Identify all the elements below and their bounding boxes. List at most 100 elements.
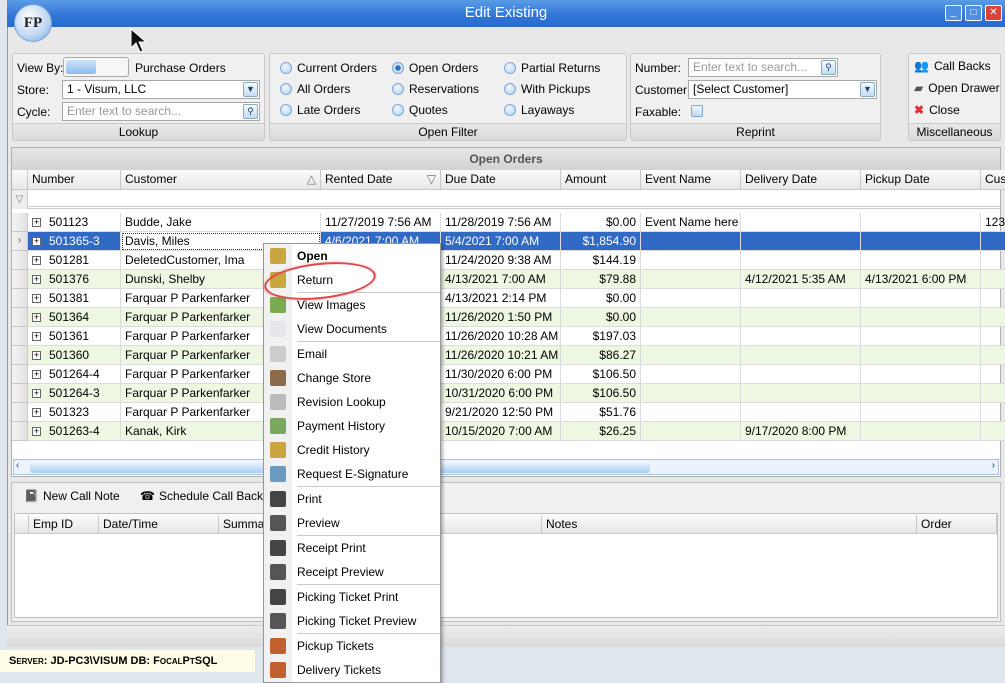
row-selector[interactable]: [12, 327, 28, 346]
col-header-delivery-date[interactable]: Delivery Date: [741, 170, 861, 190]
radio-button[interactable]: [392, 83, 404, 95]
search-icon[interactable]: ⚲: [821, 60, 836, 75]
radio-button[interactable]: [280, 83, 292, 95]
chevron-down-icon[interactable]: ▼: [860, 82, 875, 97]
cycle-input[interactable]: Enter text to search... ⚲: [62, 102, 260, 121]
horizontal-scrollbar[interactable]: ‹ ›: [13, 459, 999, 475]
menu-item-print[interactable]: Print: [264, 487, 440, 511]
radio-button[interactable]: [504, 83, 516, 95]
menu-item-request-e-signature[interactable]: Request E-Signature: [264, 462, 440, 486]
col-date-time[interactable]: Date/Time: [99, 515, 219, 534]
expand-icon[interactable]: +: [32, 408, 41, 418]
col-header-event-name[interactable]: Event Name: [641, 170, 741, 190]
customer-select[interactable]: [Select Customer] ▼: [688, 80, 877, 99]
menu-item-change-store[interactable]: Change Store: [264, 366, 440, 390]
row-selector[interactable]: [12, 289, 28, 308]
row-selector[interactable]: [12, 251, 28, 270]
menu-item-picking-ticket-print[interactable]: Picking Ticket Print: [264, 585, 440, 609]
store-select[interactable]: 1 - Visum, LLC ▼: [62, 80, 260, 99]
faxable-checkbox[interactable]: [691, 105, 703, 117]
radio-partial-returns[interactable]: Partial Returns: [504, 61, 600, 75]
table-row[interactable]: +501123 Budde, Jake 11/27/2019 7:56 AM 11/2…: [12, 213, 1005, 232]
filter-row[interactable]: [28, 190, 1000, 209]
table-row[interactable]: +501281 DeletedCustomer, Ima 11/24/2020 9:…: [12, 251, 1005, 270]
radio-button[interactable]: [392, 62, 404, 74]
number-input[interactable]: Enter text to search... ⚲: [688, 58, 838, 77]
scroll-right-icon[interactable]: ›: [992, 460, 995, 471]
row-selector[interactable]: [12, 384, 28, 403]
table-row[interactable]: +501361 Farquar P Parkenfarker 11/26/2020 …: [12, 327, 1005, 346]
col-header-amount[interactable]: Amount: [561, 170, 641, 190]
row-selector[interactable]: [12, 365, 28, 384]
radio-all-orders[interactable]: All Orders: [280, 82, 350, 96]
filter-row-icon[interactable]: ▽: [12, 190, 28, 209]
expand-icon[interactable]: +: [32, 313, 41, 323]
radio-quotes[interactable]: Quotes: [392, 103, 448, 117]
radio-button[interactable]: [280, 104, 292, 116]
menu-item-credit-history[interactable]: Credit History: [264, 438, 440, 462]
col-header-customer[interactable]: Customer △: [121, 170, 321, 190]
expand-icon[interactable]: +: [32, 237, 41, 247]
new-call-note-button[interactable]: 📓 New Call Note: [24, 489, 120, 503]
expand-icon[interactable]: +: [32, 256, 41, 266]
table-row[interactable]: +501264-3 Farquar P Parkenfarker 10/31/202…: [12, 384, 1005, 403]
radio-late-orders[interactable]: Late Orders: [280, 103, 360, 117]
row-selector[interactable]: [12, 308, 28, 327]
menu-item-payment-history[interactable]: Payment History: [264, 414, 440, 438]
call-backs-button[interactable]: 👥 Call Backs: [914, 59, 991, 73]
radio-open-orders[interactable]: Open Orders: [392, 61, 478, 75]
menu-item-preview[interactable]: Preview: [264, 511, 440, 535]
radio-button[interactable]: [280, 62, 292, 74]
row-selector[interactable]: [12, 403, 28, 422]
expand-icon[interactable]: +: [32, 275, 41, 285]
radio-button[interactable]: [504, 62, 516, 74]
sort-asc-icon[interactable]: △: [307, 170, 316, 189]
col-emp-id[interactable]: Emp ID: [29, 515, 99, 534]
radio-layaways[interactable]: Layaways: [504, 103, 574, 117]
view-by-toggle[interactable]: [63, 57, 129, 77]
menu-item-view-documents[interactable]: View Documents: [264, 317, 440, 341]
open-drawer-button[interactable]: ▰ Open Drawer: [914, 81, 1000, 95]
col-order[interactable]: Order: [917, 515, 997, 534]
table-row[interactable]: +501323 Farquar P Parkenfarker 9/21/2020 1…: [12, 403, 1005, 422]
radio-with-pickups[interactable]: With Pickups: [504, 82, 590, 96]
table-row[interactable]: +501360 Farquar P Parkenfarker 11/26/2020 …: [12, 346, 1005, 365]
close-window-button[interactable]: ✕: [985, 5, 1002, 21]
filter-icon[interactable]: ▽: [427, 170, 436, 189]
table-row[interactable]: › +501365-3 Davis, Miles 4/6/2021 7:00 AM 5/…: [12, 232, 1005, 251]
schedule-call-back-button[interactable]: ☎ Schedule Call Back: [140, 489, 263, 503]
search-icon[interactable]: ⚲: [243, 104, 258, 119]
minimize-button[interactable]: _: [945, 5, 962, 21]
expand-icon[interactable]: +: [32, 218, 41, 228]
table-row[interactable]: +501381 Farquar P Parkenfarker 4/13/2021 2…: [12, 289, 1005, 308]
menu-item-delivery-tickets[interactable]: Delivery Tickets: [264, 658, 440, 682]
radio-reservations[interactable]: Reservations: [392, 82, 479, 96]
col-notes[interactable]: Notes: [542, 515, 917, 534]
table-row[interactable]: +501364 Farquar P Parkenfarker 11/26/2020 …: [12, 308, 1005, 327]
expand-icon[interactable]: +: [32, 370, 41, 380]
expand-icon[interactable]: +: [32, 351, 41, 361]
radio-button[interactable]: [392, 104, 404, 116]
maximize-button[interactable]: □: [965, 5, 982, 21]
expand-icon[interactable]: +: [32, 427, 41, 437]
menu-item-receipt-preview[interactable]: Receipt Preview: [264, 560, 440, 584]
expand-icon[interactable]: +: [32, 294, 41, 304]
row-selector[interactable]: ›: [12, 232, 28, 251]
menu-item-revision-lookup[interactable]: Revision Lookup: [264, 390, 440, 414]
chevron-down-icon[interactable]: ▼: [243, 82, 258, 97]
menu-item-picking-ticket-preview[interactable]: Picking Ticket Preview: [264, 609, 440, 633]
row-selector[interactable]: [12, 213, 28, 232]
col-header-cus[interactable]: Cus: [981, 170, 1005, 190]
radio-current-orders[interactable]: Current Orders: [280, 61, 377, 75]
col-header-pickup-date[interactable]: Pickup Date: [861, 170, 981, 190]
app-logo[interactable]: FP: [14, 4, 52, 42]
col-header-rented-date[interactable]: Rented Date ▽: [321, 170, 441, 190]
row-selector[interactable]: [12, 422, 28, 441]
radio-button[interactable]: [504, 104, 516, 116]
col-header-number[interactable]: Number: [28, 170, 121, 190]
table-row[interactable]: +501263-4 Kanak, Kirk 10/15/2020 7:00 AM $2…: [12, 422, 1005, 441]
menu-item-pickup-tickets[interactable]: Pickup Tickets: [264, 634, 440, 658]
close-button[interactable]: ✖ Close: [914, 103, 960, 117]
table-row[interactable]: +501264-4 Farquar P Parkenfarker 11/30/202…: [12, 365, 1005, 384]
row-selector[interactable]: [12, 270, 28, 289]
